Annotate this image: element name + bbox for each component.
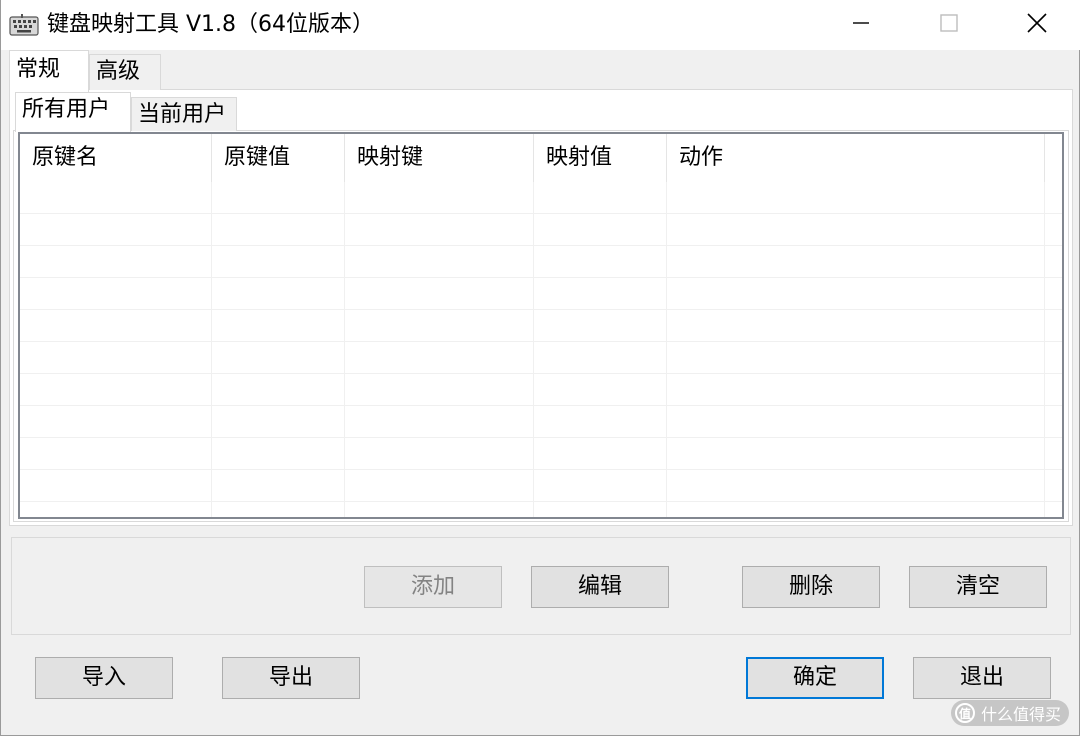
maximize-icon bbox=[939, 13, 959, 37]
maximize-button[interactable] bbox=[905, 0, 993, 50]
table-cell bbox=[212, 278, 345, 309]
add-button[interactable]: 添加 bbox=[364, 566, 502, 608]
table-cell bbox=[345, 182, 534, 213]
table-cell bbox=[667, 310, 1045, 341]
table-cell bbox=[345, 470, 534, 501]
table-cell bbox=[667, 214, 1045, 245]
exit-button[interactable]: 退出 bbox=[913, 657, 1051, 699]
table-row[interactable] bbox=[20, 342, 1062, 374]
table-cell bbox=[534, 502, 667, 517]
list-body[interactable] bbox=[20, 182, 1062, 517]
table-cell bbox=[345, 246, 534, 277]
table-cell bbox=[20, 406, 212, 437]
tab-current-user[interactable]: 当前用户 bbox=[131, 97, 237, 131]
table-cell bbox=[20, 438, 212, 469]
window-title: 键盘映射工具 V1.8（64位版本） bbox=[47, 12, 375, 37]
table-cell bbox=[345, 374, 534, 405]
table-cell bbox=[667, 342, 1045, 373]
table-cell bbox=[212, 310, 345, 341]
table-cell bbox=[212, 470, 345, 501]
table-cell bbox=[20, 502, 212, 517]
table-cell bbox=[667, 406, 1045, 437]
table-cell bbox=[534, 310, 667, 341]
table-cell bbox=[534, 374, 667, 405]
table-cell bbox=[212, 438, 345, 469]
table-cell bbox=[534, 470, 667, 501]
clear-button[interactable]: 清空 bbox=[909, 566, 1047, 608]
table-cell bbox=[345, 214, 534, 245]
table-row[interactable] bbox=[20, 374, 1062, 406]
table-cell bbox=[667, 246, 1045, 277]
table-cell bbox=[212, 374, 345, 405]
table-cell bbox=[534, 278, 667, 309]
ok-button[interactable]: 确定 bbox=[746, 657, 884, 699]
mapping-list[interactable]: 原键名 原键值 映射键 映射值 动作 bbox=[18, 132, 1064, 519]
table-cell bbox=[212, 342, 345, 373]
export-button[interactable]: 导出 bbox=[222, 657, 360, 699]
table-row[interactable] bbox=[20, 214, 1062, 246]
column-header-mapped-key[interactable]: 映射键 bbox=[345, 134, 534, 182]
table-cell bbox=[534, 246, 667, 277]
watermark-text: 什么值得买 bbox=[981, 705, 1062, 724]
table-cell bbox=[345, 278, 534, 309]
table-cell bbox=[534, 438, 667, 469]
table-cell bbox=[667, 278, 1045, 309]
table-row[interactable] bbox=[20, 246, 1062, 278]
table-cell bbox=[667, 182, 1045, 213]
close-button[interactable] bbox=[993, 0, 1080, 50]
table-cell bbox=[667, 374, 1045, 405]
table-row[interactable] bbox=[20, 182, 1062, 214]
table-cell bbox=[345, 438, 534, 469]
table-cell bbox=[345, 310, 534, 341]
table-cell bbox=[20, 214, 212, 245]
main-window: 键盘映射工具 V1.8（64位版本） 常规 高级 所有用户 当前用户 原键名 原… bbox=[0, 0, 1080, 736]
table-cell bbox=[534, 214, 667, 245]
table-cell bbox=[212, 406, 345, 437]
column-header-action[interactable]: 动作 bbox=[667, 134, 1045, 182]
table-cell bbox=[667, 470, 1045, 501]
column-header-original-key-name[interactable]: 原键名 bbox=[20, 134, 212, 182]
table-row[interactable] bbox=[20, 438, 1062, 470]
column-header-mapped-value[interactable]: 映射值 bbox=[534, 134, 667, 182]
table-cell bbox=[212, 502, 345, 517]
table-row[interactable] bbox=[20, 470, 1062, 502]
keyboard-icon bbox=[9, 14, 39, 36]
close-icon bbox=[1026, 12, 1048, 38]
table-cell bbox=[345, 502, 534, 517]
table-cell bbox=[20, 278, 212, 309]
table-cell bbox=[20, 342, 212, 373]
table-row[interactable] bbox=[20, 406, 1062, 438]
title-bar[interactable]: 键盘映射工具 V1.8（64位版本） bbox=[1, 0, 1080, 50]
table-cell bbox=[345, 406, 534, 437]
watermark: 值 什么值得买 bbox=[951, 700, 1070, 726]
tab-advanced[interactable]: 高级 bbox=[89, 54, 161, 90]
table-cell bbox=[667, 438, 1045, 469]
tab-general[interactable]: 常规 bbox=[9, 50, 89, 92]
delete-button[interactable]: 删除 bbox=[742, 566, 880, 608]
table-cell bbox=[20, 374, 212, 405]
column-header-original-key-value[interactable]: 原键值 bbox=[212, 134, 345, 182]
table-cell bbox=[534, 406, 667, 437]
minimize-button[interactable] bbox=[817, 0, 905, 50]
table-cell bbox=[20, 310, 212, 341]
table-cell bbox=[20, 470, 212, 501]
table-row[interactable] bbox=[20, 310, 1062, 342]
import-button[interactable]: 导入 bbox=[35, 657, 173, 699]
edit-button[interactable]: 编辑 bbox=[531, 566, 669, 608]
table-cell bbox=[345, 342, 534, 373]
tab-all-users[interactable]: 所有用户 bbox=[15, 92, 131, 132]
minimize-icon bbox=[851, 13, 871, 37]
list-header: 原键名 原键值 映射键 映射值 动作 bbox=[20, 134, 1062, 182]
table-cell bbox=[534, 182, 667, 213]
table-cell bbox=[20, 246, 212, 277]
table-cell bbox=[534, 342, 667, 373]
table-cell bbox=[212, 246, 345, 277]
table-row[interactable] bbox=[20, 502, 1062, 517]
watermark-logo-icon: 值 bbox=[955, 703, 975, 723]
table-cell bbox=[212, 214, 345, 245]
table-cell bbox=[667, 502, 1045, 517]
table-cell bbox=[212, 182, 345, 213]
table-row[interactable] bbox=[20, 278, 1062, 310]
table-cell bbox=[20, 182, 212, 213]
